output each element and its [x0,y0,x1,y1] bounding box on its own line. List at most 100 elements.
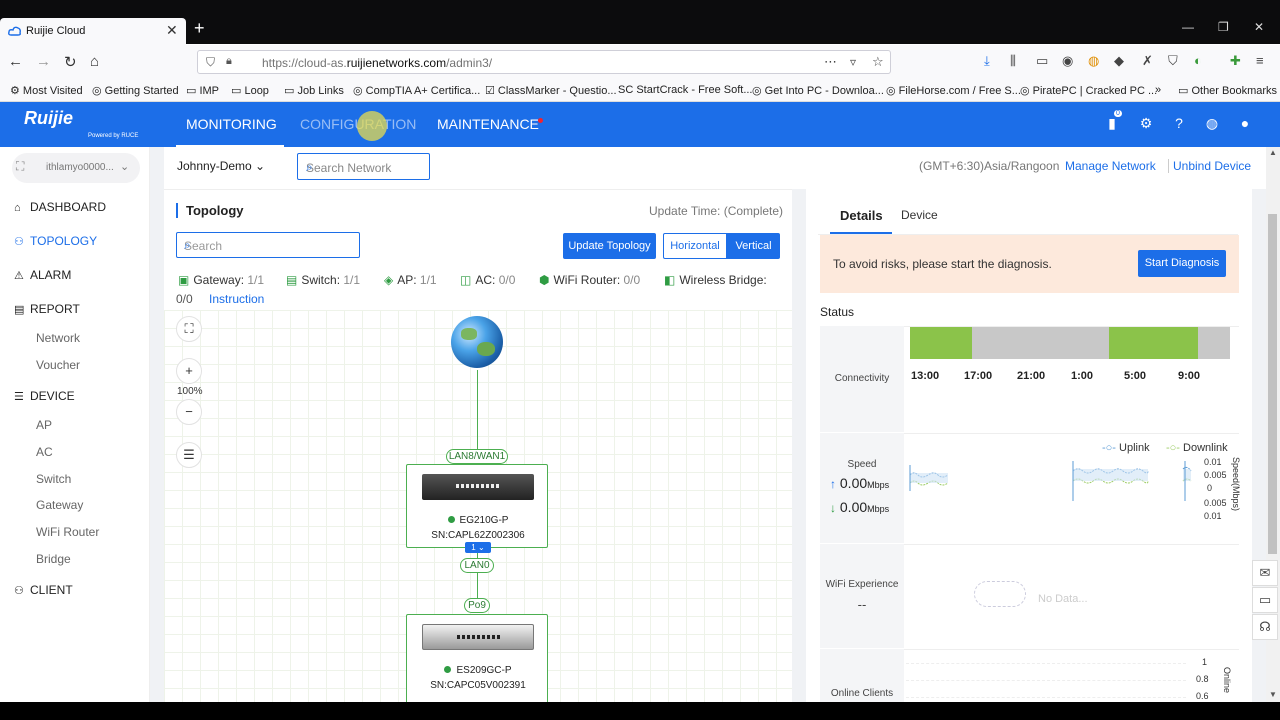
internet-globe-icon[interactable] [451,316,503,368]
bookmark-item[interactable]: ▭ Other Bookmarks [1178,84,1277,97]
connectivity-segment [910,327,972,359]
sidebar-item-ac[interactable]: AC [36,445,53,459]
home-icon[interactable]: ⌂ [90,53,99,70]
network-selector[interactable]: Johnny-Demo ⌄ [177,159,265,173]
vertical-layout-button[interactable]: Vertical [727,233,780,259]
sidebar-item-alarm[interactable]: ⚠ ALARM [14,268,71,282]
bookmark-item[interactable]: ◎ Getting Started [92,84,179,97]
extension-icon[interactable]: ⛉ [1168,53,1178,69]
reload-icon[interactable]: ↻ [64,53,77,71]
message-icon[interactable]: ▭ [1252,587,1278,613]
ap-count[interactable]: ◈ AP: 1/1 [384,273,437,287]
close-tab-icon[interactable]: ✕ [166,22,178,39]
search-icon[interactable]: ⌕ [306,160,421,175]
nav-monitoring[interactable]: MONITORING [186,116,277,132]
fullscreen-icon[interactable]: ⛶ [176,316,202,342]
sidebar-item-gateway[interactable]: Gateway [36,498,83,512]
sidebar-item-client[interactable]: ⚇ CLIENT [14,583,73,597]
gateway-count[interactable]: ▣ Gateway: 1/1 [178,273,264,287]
page-actions-icon[interactable]: ⋯ [824,54,837,70]
gateway-device-node[interactable]: EG210G-P SN:CAPL62Z002306 [406,464,548,548]
sidebar-item-switch[interactable]: Switch [36,472,71,486]
switch-device-node[interactable]: ES209GC-P SN:CAPC05V002391 [406,614,548,704]
topology-canvas[interactable]: ⛶ + 100% − ☰ LAN8/WAN1 EG210G-P SN:CAPL6… [164,310,792,720]
gear-icon[interactable]: ⚙ [1138,115,1154,131]
restore-icon[interactable]: ❐ [1218,20,1229,34]
library-icon[interactable]: ⫼ [1010,53,1016,69]
extension-icon[interactable]: ✚ [1230,53,1241,69]
network-search-input[interactable]: Search Network ⌕ [297,153,430,180]
topology-search-input[interactable]: Search ⌕ [176,232,360,258]
url-bar[interactable]: ⛉ 🔒︎ https://cloud-as.ruijienetworks.com… [197,50,891,74]
legend-downlink[interactable]: -○- Downlink [1166,442,1228,454]
mail-icon[interactable]: ✉ [1252,560,1278,586]
sidebar-item-dashboard[interactable]: ⌂ DASHBOARD [14,200,106,214]
horizontal-layout-button[interactable]: Horizontal [663,233,727,259]
sidebar-item-ap[interactable]: AP [36,418,52,432]
browser-tab[interactable]: Ruijie Cloud ✕ [0,18,186,45]
wifi-router-count[interactable]: ⬢ WiFi Router: 0/0 [539,273,640,287]
instruction-link[interactable]: Instruction [209,292,264,306]
bookmark-item[interactable]: ◎ FileHorse.com / Free S... [886,84,1021,97]
download-icon[interactable]: ⤓ [984,53,990,69]
extension-icon[interactable]: ◆ [1114,53,1124,69]
headset-icon[interactable]: ☊ [1252,614,1278,640]
bookmark-star-icon[interactable]: ☆ [872,54,884,70]
bridge-count[interactable]: ◧ Wireless Bridge: [664,273,767,287]
bookmark-item[interactable]: ◎ PiratePC | Cracked PC ... [1020,84,1157,97]
sidebar-item-device[interactable]: ☰ DEVICE [14,389,75,403]
sidebar-item-bridge[interactable]: Bridge [36,552,71,566]
sidebar-item-wifi-router[interactable]: WiFi Router [36,525,99,539]
bookmark-item[interactable]: ◎ CompTIA A+ Certifica... [353,84,480,97]
bookmark-item[interactable]: ◎ Get Into PC - Downloa... [752,84,884,97]
help-icon[interactable]: ? [1171,115,1187,131]
search-icon[interactable]: ⌕ [184,238,354,253]
extension-icon[interactable]: ◍ [1088,53,1099,69]
bookmark-item[interactable]: ▭ IMP [186,84,219,97]
notification-icon[interactable]: ▮ 0 [1104,110,1122,131]
switch-count[interactable]: ▤ Switch: 1/1 [286,273,360,287]
sidebar-item-report[interactable]: ▤ REPORT [14,302,80,316]
navigation-toolbar: ← → ↻ ⌂ ⛉ 🔒︎ https://cloud-as.ruijienetw… [0,45,1280,78]
back-icon[interactable]: ← [8,53,23,70]
port-count-badge[interactable]: 1 ⌄ [465,542,491,553]
globe-icon[interactable]: ◍ [1204,115,1220,131]
sidebar-icon[interactable]: ▭ [1036,53,1048,69]
pocket-icon[interactable]: ▿ [850,55,856,69]
list-icon[interactable]: ☰ [176,442,202,468]
scrollbar-thumb[interactable] [1268,214,1277,554]
zoom-in-icon[interactable]: + [176,358,202,384]
user-selector[interactable]: ⛶ ithlamyo0000... ⌄ [12,153,140,183]
more-bookmarks-icon[interactable]: » [1155,84,1161,96]
bookmark-item[interactable]: ☑ ClassMarker - Questio... [485,84,617,97]
legend-uplink[interactable]: -○- Uplink [1102,442,1150,454]
menu-icon[interactable]: ≡ [1256,53,1264,68]
account-icon[interactable]: ◉ [1062,53,1073,69]
forward-icon[interactable]: → [36,53,51,70]
ruijie-logo[interactable]: Ruijie Powered by RUCE [24,108,138,139]
sidebar-item-topology[interactable]: ⚇ TOPOLOGY [14,234,97,248]
close-window-icon[interactable]: ✕ [1254,20,1264,34]
sidebar-item-voucher[interactable]: Voucher [36,358,80,372]
extension-icon[interactable]: ✗ [1142,53,1153,69]
sidebar-item-network[interactable]: Network [36,331,80,345]
tab-device[interactable]: Device [901,208,938,222]
bookmark-item[interactable]: SC StartCrack - Free Soft... [618,84,752,96]
zoom-out-icon[interactable]: − [176,399,202,425]
bookmark-item[interactable]: ▭ Loop [231,84,269,97]
unbind-device-link[interactable]: Unbind Device [1168,159,1251,173]
bookmark-item[interactable]: ▭ Job Links [284,84,344,97]
start-diagnosis-button[interactable]: Start Diagnosis [1138,250,1226,277]
lock-icon[interactable]: 🔒︎ [226,55,232,68]
nav-maintenance[interactable]: MAINTENANCE [437,116,539,132]
ac-count[interactable]: ◫ AC: 0/0 [460,273,515,287]
update-topology-button[interactable]: Update Topology [563,233,656,259]
extension-icon[interactable]: ◐ [1194,53,1202,68]
tracking-shield-icon[interactable]: ⛉ [206,55,215,70]
tab-details[interactable]: Details [840,208,883,223]
user-icon[interactable]: ● [1237,115,1253,131]
bookmark-item[interactable]: ⚙ Most Visited [10,84,83,97]
manage-network-link[interactable]: Manage Network [1065,159,1156,173]
new-tab-icon[interactable]: + [194,18,205,39]
minimize-icon[interactable]: — [1182,20,1194,34]
